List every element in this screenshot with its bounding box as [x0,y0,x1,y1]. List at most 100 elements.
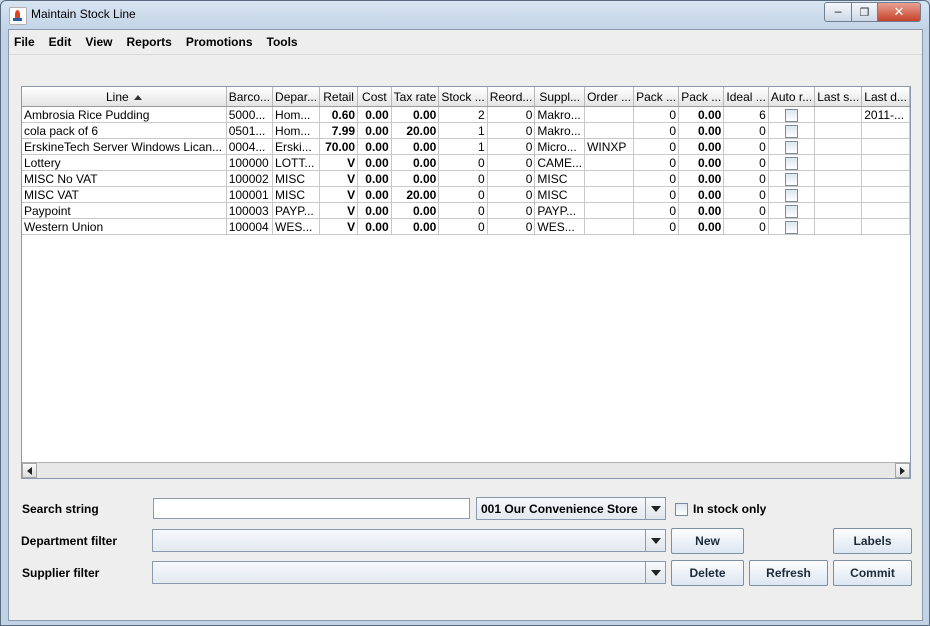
table-cell[interactable] [584,218,635,235]
column-header-suppl-8[interactable]: Suppl... [534,87,586,107]
table-cell[interactable] [861,202,910,219]
scroll-right-button[interactable] [895,463,910,478]
column-header-pack-10[interactable]: Pack ... [633,87,680,107]
table-cell[interactable]: 0 [633,122,680,139]
table-cell[interactable]: Makro... [534,122,586,139]
delete-button[interactable]: Delete [671,560,744,586]
table-cell[interactable]: CAME... [534,154,586,171]
table-cell[interactable] [814,170,863,187]
table-cell[interactable]: 0 [438,170,488,187]
table-cell[interactable]: 0501... [226,122,274,139]
table-cell[interactable]: 0 [633,138,680,155]
table-cell[interactable]: 0.00 [357,122,392,139]
table-cell[interactable] [584,202,635,219]
table-cell[interactable]: 1 [438,122,488,139]
table-cell[interactable]: V [319,154,359,171]
table-cell[interactable]: 0 [723,138,769,155]
table-cell[interactable]: 0 [633,106,680,123]
table-cell[interactable] [814,106,863,123]
table-cell[interactable]: PAYP... [272,202,321,219]
table-cell[interactable]: MISC [272,186,321,203]
department-dropdown-button[interactable] [645,530,665,551]
table-cell[interactable] [814,186,863,203]
table-cell[interactable]: Western Union [22,218,227,235]
department-filter-select[interactable] [152,529,666,552]
table-cell[interactable]: 0.00 [357,202,392,219]
table-cell[interactable]: MISC [534,170,586,187]
column-header-tax-rate-5[interactable]: Tax rate [391,87,440,107]
table-cell[interactable]: 0 [438,154,488,171]
menu-edit[interactable]: Edit [42,35,79,49]
table-cell[interactable]: 5000... [226,106,274,123]
table-cell[interactable]: 0 [633,154,680,171]
supplier-filter-select[interactable] [152,561,666,584]
scroll-left-button[interactable] [22,463,37,478]
table-cell[interactable] [768,138,816,155]
table-cell[interactable] [768,218,816,235]
table-cell[interactable] [768,202,816,219]
table-cell[interactable]: 0 [633,218,680,235]
menu-promotions[interactable]: Promotions [179,35,260,49]
table-cell[interactable] [768,170,816,187]
table-cell[interactable]: 0.00 [678,154,725,171]
table-cell[interactable]: 0.00 [357,138,392,155]
table-cell[interactable] [814,202,863,219]
commit-button[interactable]: Commit [833,560,912,586]
table-row[interactable]: MISC VAT 100001 MISC V 0.00 20.00 0 0 MISC 0 0.00 0 [22,186,910,203]
auto-reorder-checkbox[interactable] [785,188,799,202]
minimize-button[interactable]: ─ [824,2,852,22]
table-cell[interactable]: LOTT... [272,154,321,171]
table-cell[interactable]: 0.00 [391,106,440,123]
table-cell[interactable]: 0 [723,170,769,187]
table-cell[interactable]: 0.00 [678,202,725,219]
table-cell[interactable] [861,154,910,171]
table-cell[interactable]: 0 [487,122,536,139]
table-cell[interactable]: V [319,218,359,235]
table-cell[interactable]: 0 [633,202,680,219]
table-cell[interactable]: 0 [487,218,536,235]
table-cell[interactable]: 0 [633,170,680,187]
table-cell[interactable] [861,170,910,187]
table-cell[interactable]: V [319,186,359,203]
table-cell[interactable] [768,122,816,139]
table-cell[interactable]: 20.00 [391,186,440,203]
table-cell[interactable]: Ambrosia Rice Pudding [22,106,227,123]
table-cell[interactable]: WES... [272,218,321,235]
table-cell[interactable]: 0.00 [391,202,440,219]
horizontal-scrollbar[interactable] [22,462,910,478]
table-cell[interactable]: 100002 [226,170,274,187]
column-header-depar-2[interactable]: Depar... [272,87,321,107]
table-row[interactable]: Lottery 100000 LOTT... V 0.00 0.00 0 0 CAME... 0 0… [22,154,910,171]
table-cell[interactable] [814,138,863,155]
table-cell[interactable]: 0 [723,154,769,171]
table-cell[interactable] [861,122,910,139]
table-cell[interactable]: MISC [534,186,586,203]
table-cell[interactable]: PAYP... [534,202,586,219]
table-cell[interactable]: 0.00 [678,170,725,187]
table-cell[interactable] [861,138,910,155]
table-row[interactable]: Paypoint 100003 PAYP... V 0.00 0.00 0 0 PAYP... 0… [22,202,910,219]
auto-reorder-checkbox[interactable] [785,220,799,234]
table-cell[interactable] [768,154,816,171]
column-header-last-d-15[interactable]: Last d... [861,87,910,107]
column-header-reord-7[interactable]: Reord... [487,87,536,107]
column-header-cost-4[interactable]: Cost [357,87,392,107]
table-cell[interactable]: 0.00 [391,218,440,235]
table-cell[interactable]: 0.00 [678,122,725,139]
table-cell[interactable]: 100004 [226,218,274,235]
table-cell[interactable]: Hom... [272,106,321,123]
table-cell[interactable]: 0 [723,122,769,139]
table-cell[interactable]: V [319,170,359,187]
table-cell[interactable] [814,218,863,235]
table-cell[interactable]: Makro... [534,106,586,123]
column-header-line-0[interactable]: Line [22,87,227,107]
table-cell[interactable]: 0 [438,202,488,219]
supplier-dropdown-button[interactable] [645,562,665,583]
search-input[interactable] [153,498,470,519]
table-cell[interactable] [768,106,816,123]
in-stock-only-checkbox[interactable]: In stock only [675,502,766,516]
table-cell[interactable]: 0 [487,170,536,187]
table-cell[interactable]: 100001 [226,186,274,203]
column-header-ideal-12[interactable]: Ideal ... [723,87,769,107]
table-cell[interactable]: 0.00 [678,138,725,155]
